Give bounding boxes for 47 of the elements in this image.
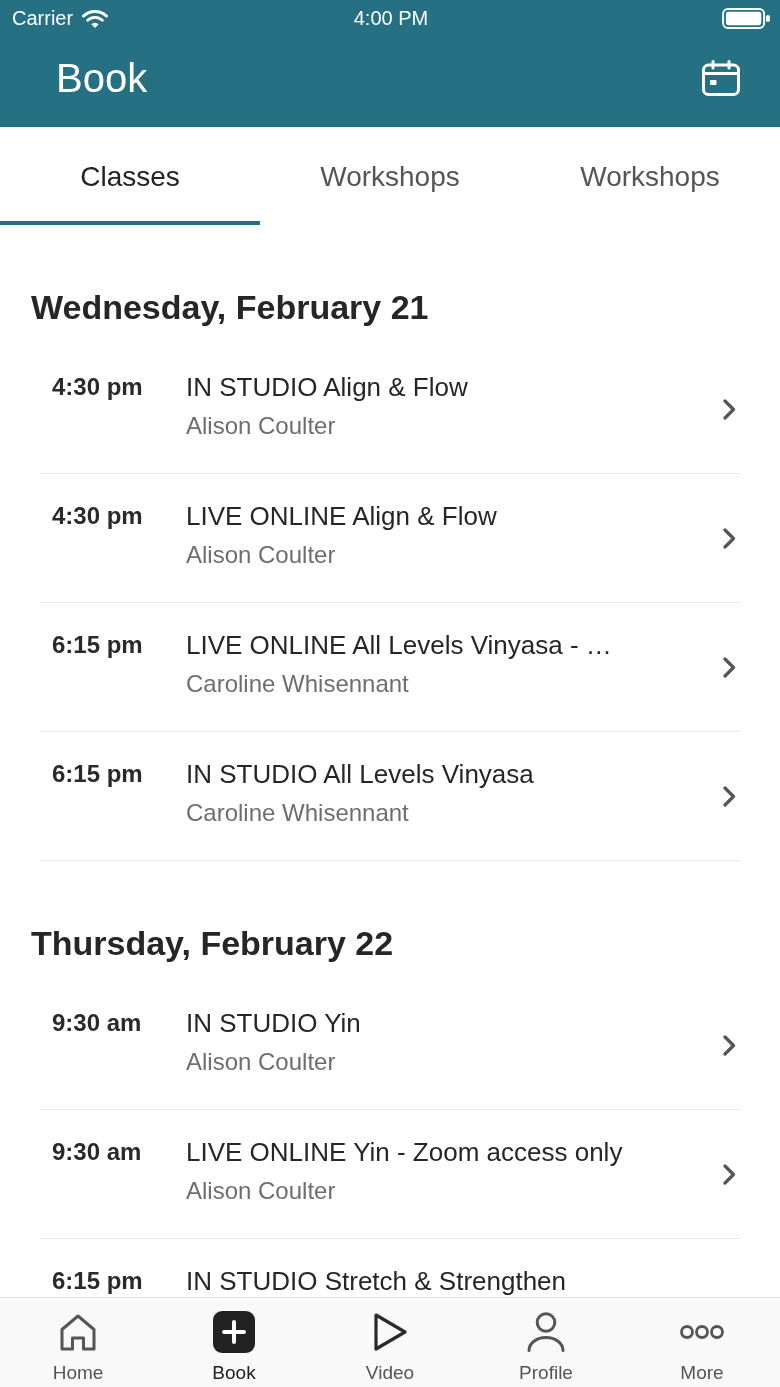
instructor-name: Alison Coulter	[186, 411, 336, 441]
class-title[interactable]: LIVE ONLINE All Levels Vinyasa - …	[186, 629, 612, 661]
play-icon	[373, 1313, 407, 1351]
day-heading: Wednesday, February 21	[31, 287, 430, 327]
battery-icon	[722, 7, 770, 29]
wifi-icon	[82, 8, 109, 28]
chevron-right-icon[interactable]	[723, 528, 736, 549]
class-time: 9:30 am	[52, 1008, 143, 1038]
day-heading: Thursday, February 22	[31, 923, 395, 963]
instructor-name: Caroline Whisennant	[186, 798, 409, 828]
instructor-name: Alison Coulter	[186, 1176, 336, 1206]
tab[interactable]: Workshops	[260, 127, 520, 225]
more-icon	[680, 1325, 724, 1339]
class-title[interactable]: IN STUDIO Stretch & Strengthen	[186, 1265, 567, 1297]
status-time: 4:00 PM	[353, 6, 429, 30]
tab-bar-item[interactable]: Profile	[468, 1298, 624, 1387]
class-title[interactable]: LIVE ONLINE Align & Flow	[186, 500, 497, 532]
plus-square-icon	[213, 1311, 255, 1353]
tab-bar-item[interactable]: Book	[156, 1298, 312, 1387]
chevron-right-icon[interactable]	[723, 786, 736, 807]
chevron-right-icon[interactable]	[723, 1164, 736, 1185]
home-icon	[60, 1313, 96, 1351]
tab-bar-item[interactable]: Video	[312, 1298, 468, 1387]
instructor-name: Caroline Whisennant	[186, 669, 409, 699]
class-time: 4:30 pm	[52, 372, 144, 402]
chevron-right-icon[interactable]	[723, 657, 736, 678]
chevron-right-icon[interactable]	[723, 399, 736, 420]
carrier-label: Carrier	[12, 6, 74, 30]
tab[interactable]: Workshops	[520, 127, 780, 225]
class-title[interactable]: IN STUDIO Yin	[186, 1007, 361, 1039]
class-time: 6:15 pm	[52, 759, 144, 789]
class-title[interactable]: IN STUDIO All Levels Vinyasa	[186, 758, 534, 790]
tab-bar-item[interactable]: More	[624, 1298, 780, 1387]
class-title[interactable]: IN STUDIO Align & Flow	[186, 371, 468, 403]
class-time: 9:30 am	[52, 1137, 143, 1167]
chevron-right-icon[interactable]	[723, 1035, 736, 1056]
class-title[interactable]: LIVE ONLINE Yin - Zoom access only	[186, 1136, 623, 1168]
tab-bar-item[interactable]: Home	[0, 1298, 156, 1387]
instructor-name: Alison Coulter	[186, 1047, 336, 1077]
calendar-icon[interactable]	[702, 60, 740, 96]
class-time: 6:15 pm	[52, 1266, 144, 1296]
class-time: 4:30 pm	[52, 501, 144, 531]
tab[interactable]: Classes	[0, 127, 260, 225]
class-time: 6:15 pm	[52, 630, 144, 660]
page-title: Book	[56, 55, 148, 102]
instructor-name: Alison Coulter	[186, 540, 336, 570]
person-icon	[527, 1312, 565, 1352]
